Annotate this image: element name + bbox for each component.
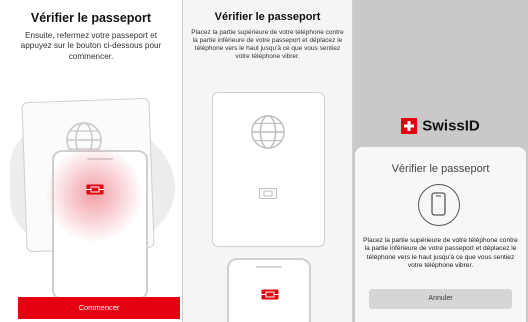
start-button[interactable]: Commencer bbox=[18, 297, 180, 319]
instruction-text: Ensuite, refermez votre passeport et app… bbox=[20, 31, 162, 61]
screen-start-verification: Vérifier le passeport Ensuite, refermez … bbox=[0, 0, 183, 322]
cancel-button[interactable]: Annuler bbox=[369, 289, 512, 309]
screen-position-phone: Vérifier le passeport Placez la partie s… bbox=[183, 0, 353, 322]
swiss-cross-icon bbox=[401, 117, 418, 134]
sheet-instruction-text: Placez la partie supérieure de votre tél… bbox=[363, 237, 518, 270]
passport-chip-icon bbox=[86, 184, 104, 195]
scan-bottom-sheet: Vérifier le passeport Placez la partie s… bbox=[355, 147, 526, 322]
screen-nfc-scanning: SwissID Vérifier le passeport Placez la … bbox=[353, 0, 528, 322]
passport-chip-outline-icon bbox=[259, 188, 277, 199]
brand-name: SwissID bbox=[422, 117, 480, 135]
passport-chip-icon bbox=[261, 289, 279, 300]
instruction-text: Placez la partie supérieure de votre tél… bbox=[191, 29, 344, 61]
globe-icon bbox=[251, 115, 285, 149]
sheet-title: Vérifier le passeport bbox=[391, 163, 490, 175]
page-title: Vérifier le passeport bbox=[30, 11, 152, 25]
phone-icon bbox=[418, 184, 460, 226]
swissid-logo: SwissID bbox=[353, 117, 528, 135]
page-title: Vérifier le passeport bbox=[214, 11, 321, 23]
